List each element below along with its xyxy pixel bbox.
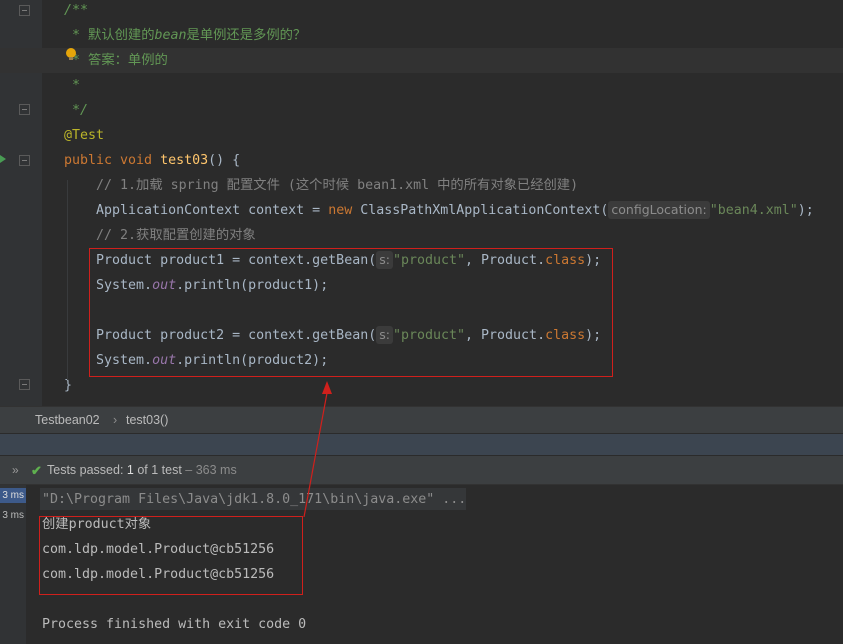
code-token: * 默认创建的 xyxy=(64,28,155,43)
code-token: new xyxy=(328,203,361,218)
code-line[interactable]: @Test xyxy=(0,123,843,148)
code-token: // 2.获取配置创建的对象 xyxy=(64,228,256,243)
code-token: ApplicationContext context = xyxy=(64,203,329,218)
code-line[interactable]: */ xyxy=(0,98,843,123)
code-token: @Test xyxy=(64,128,105,143)
code-token: } xyxy=(64,378,73,393)
code-line[interactable]: ApplicationContext context = new ClassPa… xyxy=(0,198,843,223)
code-token: "bean4.xml" xyxy=(709,203,798,218)
console-gutter: 3 ms 3 ms xyxy=(0,485,26,644)
expand-icon[interactable]: » xyxy=(12,463,19,477)
code-line[interactable]: public void test03() { xyxy=(0,148,843,173)
code-line-text: */ xyxy=(64,98,88,123)
breadcrumb: Testbean02 › test03() xyxy=(0,406,843,433)
breadcrumb-separator: › xyxy=(113,413,118,427)
indent-guide xyxy=(67,180,68,380)
test-status: Tests passed: 1 of 1 test – 363 ms xyxy=(47,463,237,477)
code-token: // 1.加载 spring 配置文件 (这个时候 bean1.xml 中的所有… xyxy=(64,178,579,193)
code-line[interactable]: * 默认创建的bean是单例还是多例的？ xyxy=(0,23,843,48)
code-token: () { xyxy=(208,153,241,168)
code-line[interactable]: * 答案：单例的 xyxy=(0,48,843,73)
code-token: /** xyxy=(64,3,89,18)
code-line-text: @Test xyxy=(64,123,104,148)
code-line-text: * 答案：单例的 xyxy=(64,48,168,73)
code-token: public void xyxy=(64,153,161,168)
code-token: ); xyxy=(797,203,814,218)
code-line-text: // 1.加载 spring 配置文件 (这个时候 bean1.xml 中的所有… xyxy=(64,173,578,198)
code-token: test03 xyxy=(160,153,209,168)
breadcrumb-class[interactable]: Testbean02 xyxy=(35,413,100,427)
code-line[interactable]: /** xyxy=(0,0,843,23)
code-line-text: } xyxy=(64,373,72,398)
code-line-text: ApplicationContext context = new ClassPa… xyxy=(64,198,814,223)
code-line[interactable]: * xyxy=(0,73,843,98)
check-icon: ✔ xyxy=(31,463,42,478)
code-token: * xyxy=(64,78,81,93)
console-exit-line: Process finished with exit code 0 xyxy=(42,617,307,632)
annotation-box-output xyxy=(39,516,303,595)
code-line-text: // 2.获取配置创建的对象 xyxy=(64,223,256,248)
breadcrumb-method[interactable]: test03() xyxy=(126,413,168,427)
parameter-hint: configLocation: xyxy=(608,201,710,219)
annotation-box-code xyxy=(89,248,613,377)
code-token: * 答案：单例的 xyxy=(64,53,168,68)
code-line[interactable]: // 1.加载 spring 配置文件 (这个时候 bean1.xml 中的所有… xyxy=(0,173,843,198)
console-command[interactable]: "D:\Program Files\Java\jdk1.8.0_171\bin\… xyxy=(42,487,466,512)
code-token: ClassPathXmlApplicationContext( xyxy=(360,203,609,218)
panel-splitter[interactable] xyxy=(0,433,843,456)
code-line-text: public void test03() { xyxy=(64,148,240,173)
test-time[interactable]: 3 ms xyxy=(0,508,26,523)
test-results-toolbar: » ✔ Tests passed: 1 of 1 test – 363 ms xyxy=(0,455,843,485)
lightbulb-icon[interactable] xyxy=(66,48,76,61)
test-time-selected[interactable]: 3 ms xyxy=(0,488,26,503)
code-line[interactable]: // 2.获取配置创建的对象 xyxy=(0,223,843,248)
code-editor[interactable]: /** * 默认创建的bean是单例还是多例的？ * 答案：单例的 * */ @T… xyxy=(0,0,843,406)
code-line-text: * xyxy=(64,73,80,98)
code-token: bean xyxy=(154,28,187,43)
code-line-text: * 默认创建的bean是单例还是多例的？ xyxy=(64,23,306,48)
console-output[interactable]: 3 ms 3 ms "D:\Program Files\Java\jdk1.8.… xyxy=(0,485,843,644)
code-line-text: /** xyxy=(64,0,88,23)
code-token: 是单例还是多例的？ xyxy=(186,28,307,43)
code-token: */ xyxy=(64,103,89,118)
